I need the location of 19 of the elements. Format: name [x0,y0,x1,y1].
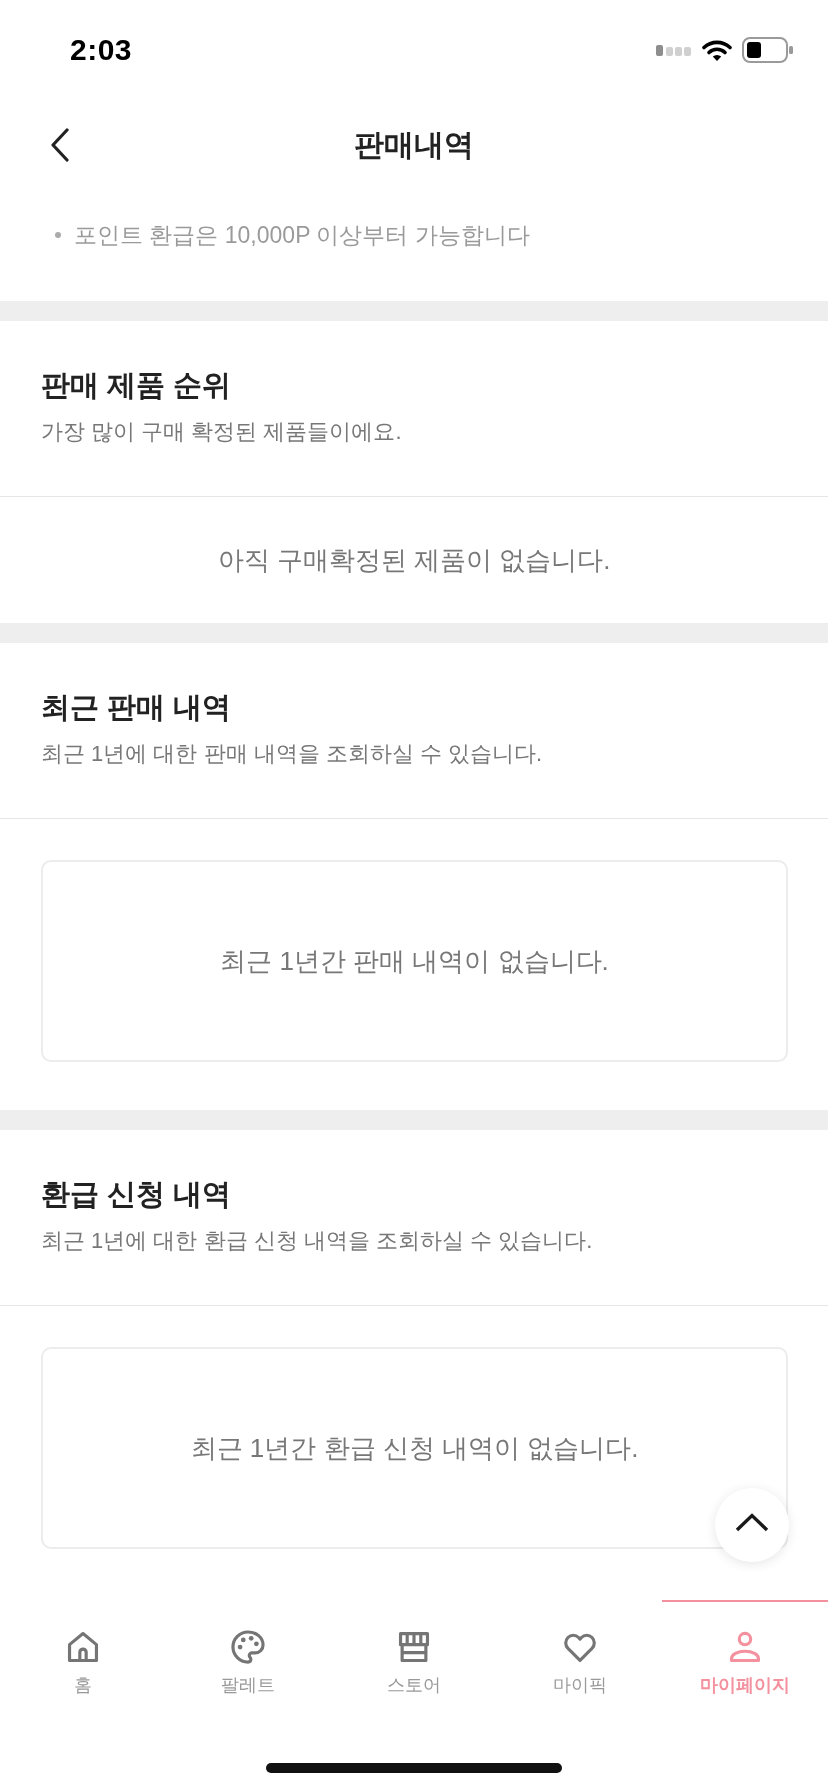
notice-text: 포인트 환급은 10,000P 이상부터 가능합니다 [74,221,530,250]
section-title: 판매 제품 순위 [41,368,233,403]
back-icon[interactable] [50,128,70,162]
signal-icon [656,44,692,56]
empty-message: 최근 1년간 환급 신청 내역이 없습니다. [190,1432,639,1465]
section-subtitle: 가장 많이 구매 확정된 제품들이에요. [41,418,403,446]
palette-icon [229,1628,268,1666]
bullet-icon [55,232,61,238]
chevron-up-icon [735,1512,769,1532]
battery-icon [742,37,794,63]
status-time: 2:03 [70,33,133,67]
section-subtitle: 최근 1년에 대한 환급 신청 내역을 조회하실 수 있습니다. [41,1227,594,1255]
empty-message: 최근 1년간 판매 내역이 없습니다. [220,945,609,978]
section-title: 최근 판매 내역 [41,690,233,725]
page-title: 판매내역 [354,127,474,163]
empty-message: 아직 구매확정된 제품이 없습니다. [217,544,611,577]
section-subtitle: 최근 1년에 대한 판매 내역을 조회하실 수 있습니다. [41,740,544,768]
wifi-icon [702,38,732,62]
section-title: 환급 신청 내역 [41,1177,233,1212]
